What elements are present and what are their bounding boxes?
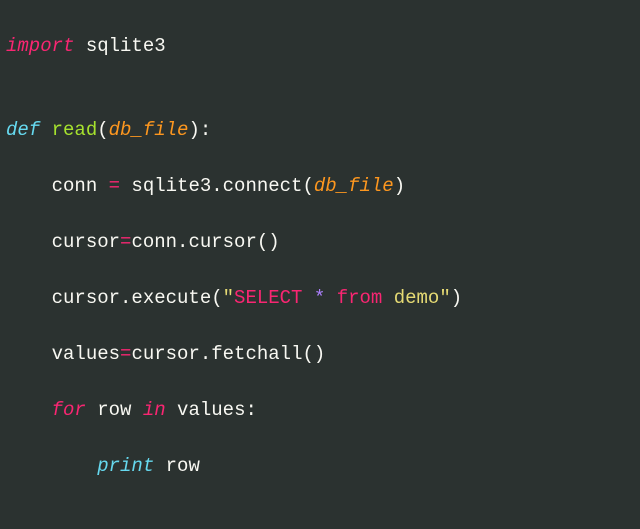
code-line: for row in values: — [6, 396, 640, 424]
code-line: print row — [6, 452, 640, 480]
keyword-for: for — [6, 399, 86, 421]
code-line: conn = sqlite3.connect(db_file) — [6, 172, 640, 200]
paren-open: ( — [97, 119, 108, 141]
module-name: sqlite3 — [74, 35, 165, 57]
code-line: cursor.execute("SELECT * from demo") — [6, 284, 640, 312]
sql-star: * — [314, 287, 325, 309]
code-editor[interactable]: import sqlite3 def read(db_file): conn =… — [0, 0, 640, 529]
keyword-in: in — [143, 399, 166, 421]
code-line: values=cursor.fetchall() — [6, 340, 640, 368]
sql-select: SELECT — [234, 287, 302, 309]
colon: : — [200, 119, 211, 141]
paren-close: ) — [188, 119, 199, 141]
parameter: db_file — [109, 119, 189, 141]
code-line: import sqlite3 — [6, 32, 640, 60]
keyword-def: def — [6, 119, 40, 141]
keyword-print: print — [97, 455, 154, 477]
code-line: def read(db_file): — [6, 116, 640, 144]
code-line: cursor=conn.cursor() — [6, 228, 640, 256]
sql-from: from — [337, 287, 383, 309]
keyword-import: import — [6, 35, 74, 57]
function-name: read — [40, 119, 97, 141]
